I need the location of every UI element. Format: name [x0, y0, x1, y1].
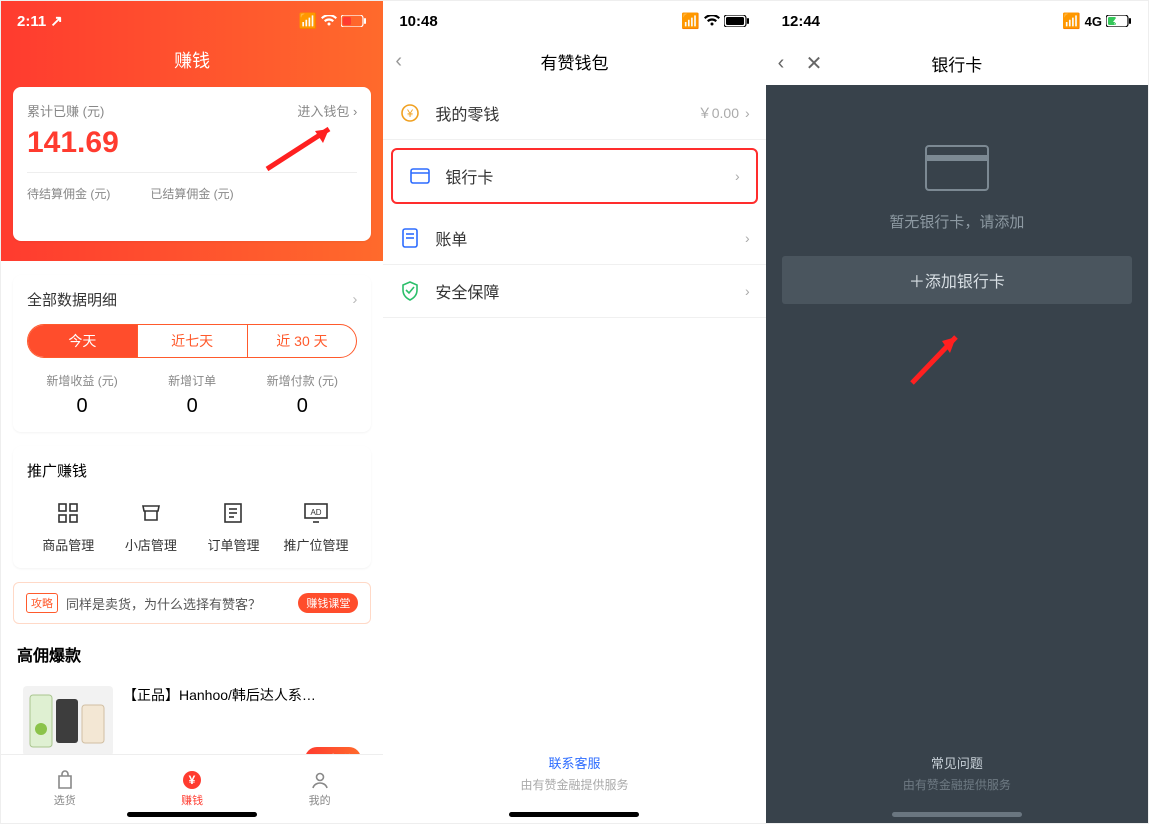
metric-label: 新增收益 (元) — [27, 372, 137, 389]
home-indicator — [127, 812, 257, 817]
product-card[interactable]: 【正品】Hanhoo/韩后达人系… 分享赚 — [13, 676, 371, 766]
tab-mine[interactable]: 我的 — [256, 755, 383, 823]
contact-link[interactable]: 联系客服 — [383, 753, 765, 772]
total-earn-value: 141.69 — [27, 126, 357, 160]
nav-title: 银行卡 — [931, 51, 982, 76]
promo-card: 推广赚钱 商品管理 小店管理 订单管理 AD 推广位管理 — [13, 446, 371, 568]
empty-card-icon — [925, 145, 989, 191]
svg-text:AD: AD — [310, 508, 321, 517]
faq-link[interactable]: 常见问题 — [766, 753, 1148, 772]
yen-icon: ¥ — [182, 770, 202, 790]
wifi-icon — [704, 15, 720, 27]
svg-text:¥: ¥ — [406, 108, 414, 120]
shop-icon — [137, 499, 165, 527]
metric-value: 0 — [27, 395, 137, 418]
status-bar: 12:44 📶 4G — [766, 1, 1148, 41]
chevron-right-icon: › — [735, 168, 740, 184]
back-icon[interactable]: ‹ — [778, 52, 785, 75]
grid-icon — [54, 499, 82, 527]
promo-item-order[interactable]: 订单管理 — [192, 499, 275, 554]
wifi-icon — [321, 15, 337, 27]
tip-button[interactable]: 赚钱课堂 — [298, 593, 358, 613]
ad-icon: AD — [302, 499, 330, 527]
pending-label: 待结算佣金 (元) — [27, 185, 110, 202]
network-label: 4G — [1085, 14, 1102, 29]
promo-item-goods[interactable]: 商品管理 — [27, 499, 110, 554]
tip-card[interactable]: 攻略 同样是卖货，为什么选择有赞客？ 赚钱课堂 — [13, 582, 371, 624]
chevron-right-icon: › — [745, 283, 750, 299]
status-bar: 2:11↗ 📶 — [1, 1, 383, 41]
security-item[interactable]: 安全保障 › — [383, 265, 765, 318]
svg-text:¥: ¥ — [189, 773, 196, 787]
chevron-right-icon: › — [745, 105, 750, 121]
chevron-right-icon[interactable]: › — [352, 291, 357, 308]
chevron-right-icon: › — [745, 230, 750, 246]
user-icon — [310, 770, 330, 790]
footer-sub: 由有赞金融提供服务 — [383, 776, 765, 793]
status-time: 12:44 — [782, 13, 820, 30]
page-title: 赚钱 — [1, 41, 383, 87]
seg-today[interactable]: 今天 — [28, 325, 137, 357]
home-indicator — [892, 812, 1022, 817]
signal-icon: 📶 — [299, 12, 318, 30]
status-time: 2:11 — [17, 13, 46, 30]
list-icon — [219, 499, 247, 527]
product-title: 【正品】Hanhoo/韩后达人系… — [123, 686, 316, 706]
detail-card: 全部数据明细 › 今天 近七天 近 30 天 新增收益 (元)0 新增订单0 新… — [13, 275, 371, 432]
metric-label: 新增付款 (元) — [247, 372, 357, 389]
hot-section-title: 高佣爆款 — [17, 642, 367, 666]
tip-text: 同样是卖货，为什么选择有赞客？ — [66, 594, 290, 613]
metric-label: 新增订单 — [137, 372, 247, 389]
battery-icon — [341, 15, 367, 27]
footer: 联系客服 由有赞金融提供服务 — [383, 753, 765, 793]
home-indicator — [509, 812, 639, 817]
signal-icon: 📶 — [1062, 12, 1081, 30]
detail-title: 全部数据明细 — [27, 289, 117, 310]
bill-icon — [399, 227, 421, 249]
seg-7d[interactable]: 近七天 — [137, 325, 247, 357]
annotation-arrow-icon — [904, 321, 974, 391]
signal-icon: 📶 — [681, 12, 700, 30]
promo-item-shop[interactable]: 小店管理 — [110, 499, 193, 554]
tip-badge: 攻略 — [26, 593, 58, 613]
battery-icon — [724, 15, 750, 27]
product-thumb-icon — [23, 686, 113, 756]
seg-30d[interactable]: 近 30 天 — [247, 325, 357, 357]
battery-icon — [1106, 15, 1132, 27]
settled-label: 已结算佣金 (元) — [150, 185, 233, 202]
shield-icon — [399, 280, 421, 302]
card-icon — [409, 165, 431, 187]
enter-wallet-link[interactable]: 进入钱包 › — [297, 101, 357, 120]
promo-item-adslot[interactable]: AD 推广位管理 — [275, 499, 358, 554]
status-bar: 10:48 📶 — [383, 1, 765, 41]
metric-value: 0 — [247, 395, 357, 418]
bag-icon — [55, 770, 75, 790]
settled-value: 38.62 — [150, 204, 233, 227]
promo-title: 推广赚钱 — [27, 460, 357, 481]
status-time: 10:48 — [399, 13, 437, 30]
footer-sub: 由有赞金融提供服务 — [766, 776, 1148, 793]
close-icon[interactable]: ✕ — [806, 51, 823, 76]
nav-bar: ‹ ✕ 银行卡 — [766, 41, 1148, 85]
nav-title: 有赞钱包 — [540, 49, 608, 74]
earnings-card: 累计已赚 (元) 进入钱包 › 141.69 待结算佣金 (元) 103.07 … — [13, 87, 371, 241]
footer: 常见问题 由有赞金融提供服务 — [766, 753, 1148, 793]
tab-pick[interactable]: 选货 — [1, 755, 128, 823]
add-bank-card-button[interactable]: ＋添加银行卡 — [782, 256, 1132, 304]
back-icon[interactable]: ‹ — [395, 50, 402, 73]
coin-icon: ¥ — [399, 102, 421, 124]
metric-value: 0 — [137, 395, 247, 418]
wallet-balance-item[interactable]: ¥ 我的零钱 ￥0.00› — [383, 87, 765, 140]
balance-value: ￥0.00 — [698, 103, 739, 123]
bill-item[interactable]: 账单 › — [383, 212, 765, 265]
time-segment[interactable]: 今天 近七天 近 30 天 — [27, 324, 357, 358]
earn-label: 累计已赚 (元) — [27, 101, 104, 120]
pending-value: 103.07 — [27, 204, 110, 227]
empty-text: 暂无银行卡，请添加 — [776, 211, 1138, 232]
bank-card-item[interactable]: 银行卡 › — [391, 148, 757, 204]
nav-bar: ‹ 有赞钱包 — [383, 41, 765, 81]
location-icon: ↗ — [50, 12, 63, 30]
